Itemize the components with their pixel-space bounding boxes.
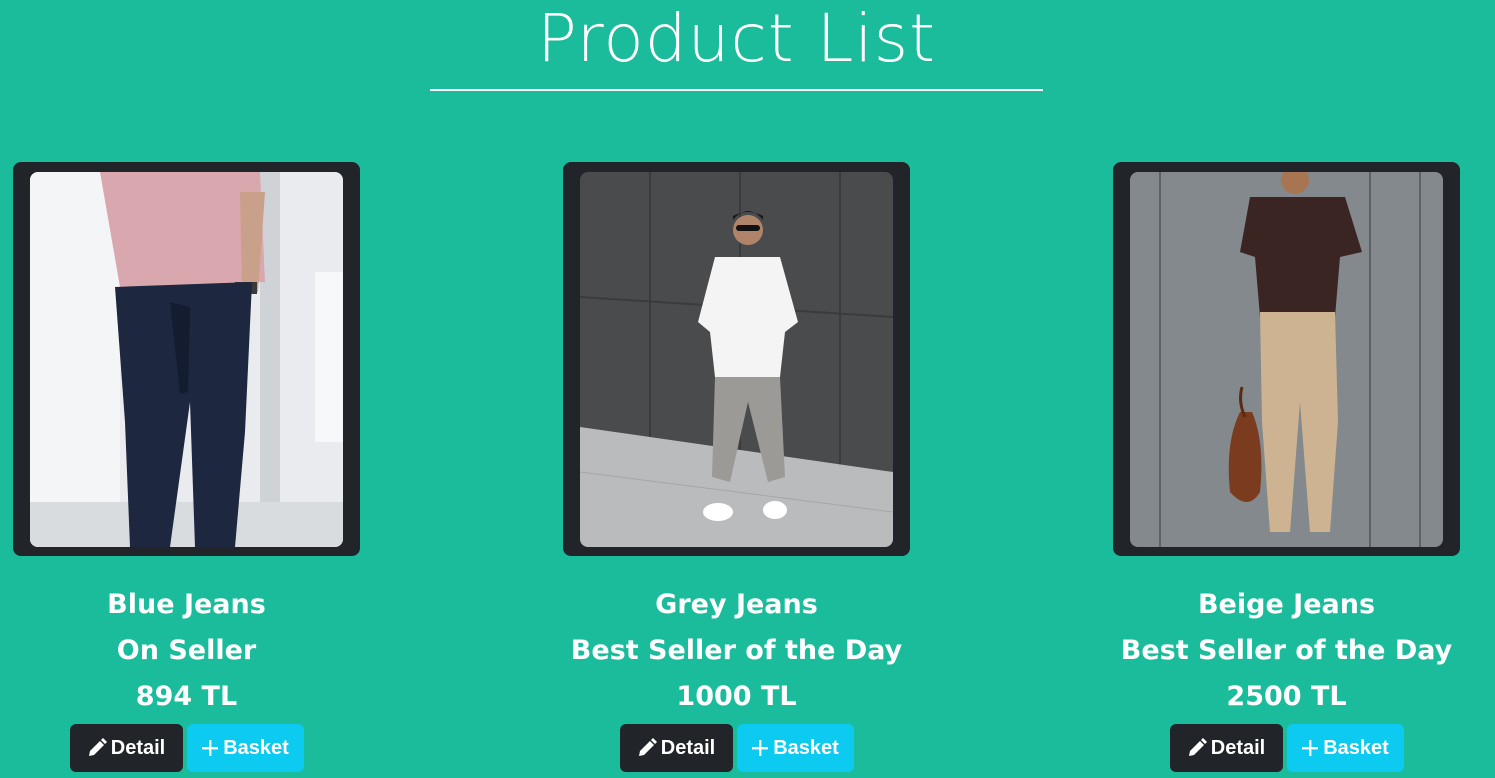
detail-button[interactable]: Detail (69, 724, 183, 772)
product-card: Grey Jeans Best Seller of the Day 1000 T… (563, 162, 910, 772)
detail-button[interactable]: Detail (619, 724, 733, 772)
detail-label: Detail (660, 736, 716, 759)
product-image (30, 172, 343, 547)
product-card: Blue Jeans On Seller 894 TL Detail Baske… (13, 162, 360, 772)
product-tag: On Seller (116, 635, 257, 666)
add-to-basket-button[interactable]: Basket (186, 724, 304, 772)
product-tag: Best Seller of the Day (1120, 635, 1453, 666)
plus-icon (201, 739, 219, 757)
product-price: 1000 TL (676, 681, 797, 712)
product-image-frame (13, 162, 360, 556)
product-info: Grey Jeans Best Seller of the Day 1000 T… (463, 582, 1010, 720)
basket-label: Basket (223, 736, 289, 759)
add-to-basket-button[interactable]: Basket (736, 724, 854, 772)
product-name: Beige Jeans (1197, 589, 1376, 620)
pencil-icon (637, 738, 657, 758)
product-price: 894 TL (135, 681, 238, 712)
product-price: 2500 TL (1226, 681, 1347, 712)
detail-label: Detail (110, 736, 166, 759)
product-actions: Detail Basket (563, 724, 910, 772)
product-image (580, 172, 893, 547)
detail-button[interactable]: Detail (1169, 724, 1283, 772)
product-actions: Detail Basket (13, 724, 360, 772)
product-info: Beige Jeans Best Seller of the Day 2500 … (1013, 582, 1495, 720)
plus-icon (1301, 739, 1319, 757)
product-image-frame (1113, 162, 1460, 556)
product-image-frame (563, 162, 910, 556)
product-name: Grey Jeans (655, 589, 818, 620)
product-card: Beige Jeans Best Seller of the Day 2500 … (1113, 162, 1460, 772)
pencil-icon (87, 738, 107, 758)
title-divider (430, 89, 1043, 91)
product-actions: Detail Basket (1113, 724, 1460, 772)
plus-icon (751, 739, 769, 757)
basket-label: Basket (773, 736, 839, 759)
detail-label: Detail (1210, 736, 1266, 759)
product-name: Blue Jeans (107, 589, 266, 620)
product-info: Blue Jeans On Seller 894 TL (0, 582, 460, 720)
product-tag: Best Seller of the Day (570, 635, 903, 666)
basket-label: Basket (1323, 736, 1389, 759)
product-list-page: Product List Blue Jeans On Seller 894 TL… (0, 0, 1495, 778)
page-title: Product List (537, 0, 936, 77)
product-image (1130, 172, 1443, 547)
pencil-icon (1187, 738, 1207, 758)
add-to-basket-button[interactable]: Basket (1286, 724, 1404, 772)
